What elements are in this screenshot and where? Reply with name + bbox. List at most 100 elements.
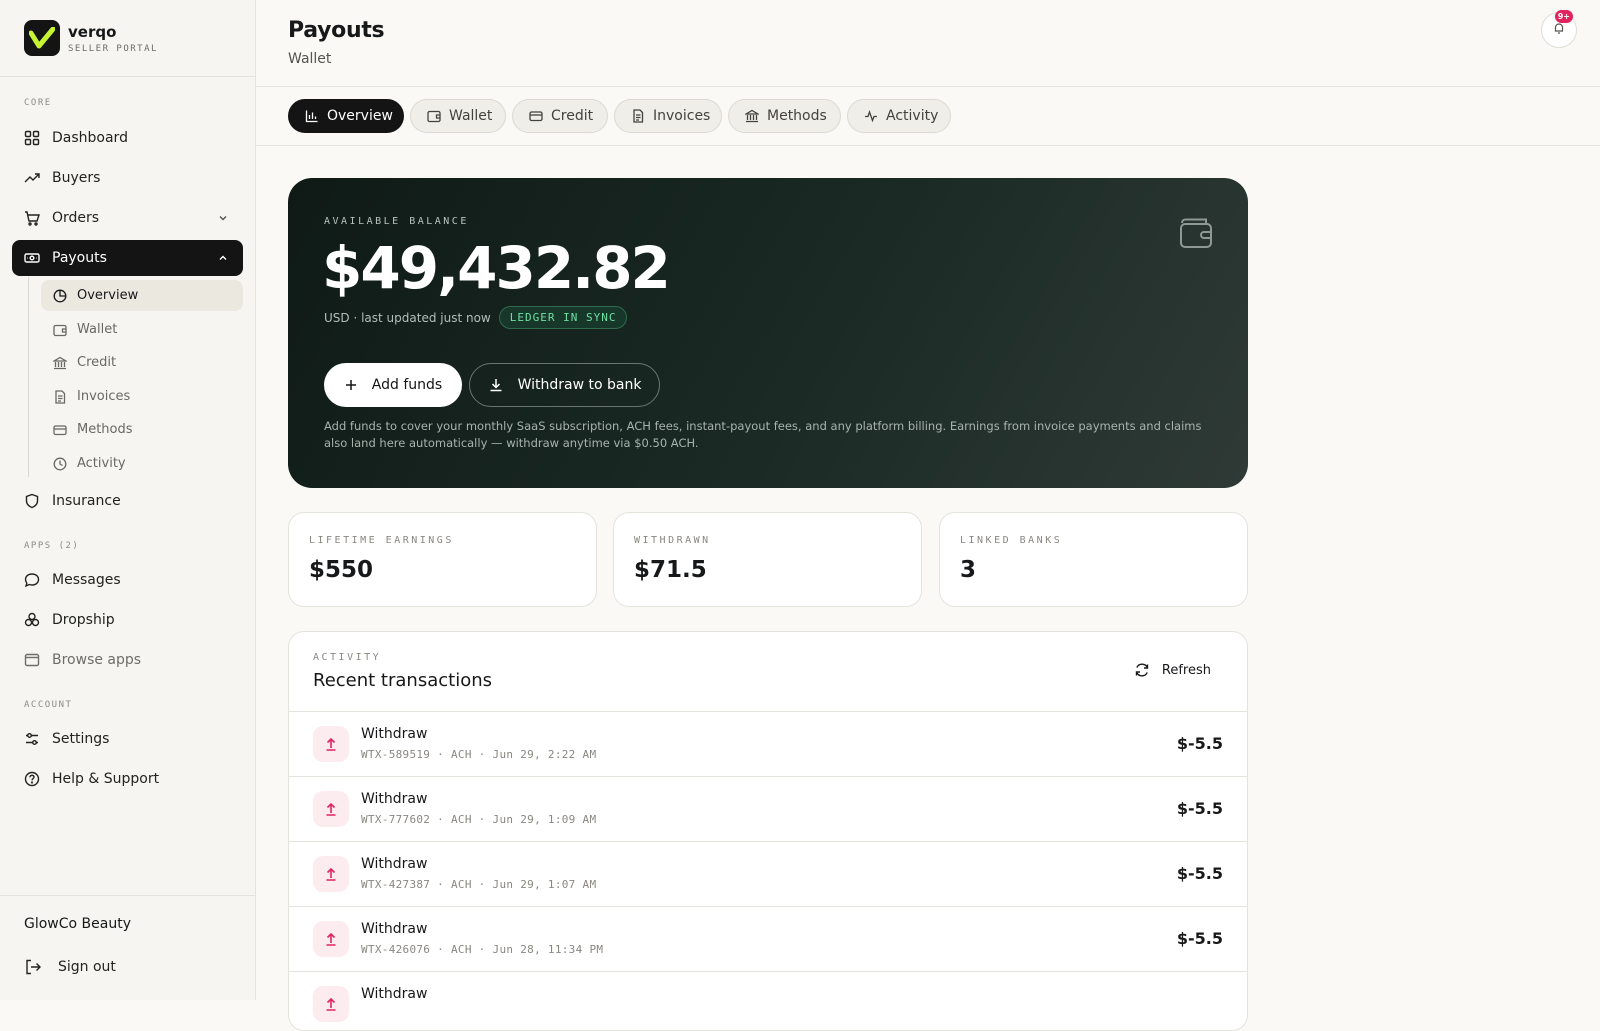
tab-invoices[interactable]: Invoices bbox=[614, 99, 722, 133]
sidebar-item-label: Orders bbox=[52, 210, 100, 226]
stat-value: $71.5 bbox=[634, 557, 707, 583]
tab-wallet[interactable]: Wallet bbox=[410, 99, 506, 133]
sign-out-label: Sign out bbox=[58, 959, 116, 975]
main-content: Payouts Wallet 9+ Overview Wallet Credit… bbox=[256, 0, 1600, 1031]
tab-overview[interactable]: Overview bbox=[288, 99, 404, 133]
notifications-button[interactable]: 9+ bbox=[1541, 10, 1577, 48]
payout-tabs: Overview Wallet Credit Invoices Methods … bbox=[256, 87, 1600, 146]
tab-activity[interactable]: Activity bbox=[847, 99, 951, 133]
sidebar-subitem-methods[interactable]: Methods bbox=[41, 414, 243, 445]
stat-label: LIFETIME EARNINGS bbox=[309, 535, 454, 546]
page-header: Payouts Wallet 9+ bbox=[256, 0, 1600, 87]
tab-methods[interactable]: Methods bbox=[728, 99, 841, 133]
transaction-type: Withdraw bbox=[361, 856, 428, 872]
sidebar-item-insurance[interactable]: Insurance bbox=[12, 483, 243, 519]
arrow-up-icon bbox=[313, 986, 349, 1022]
shop-name: GlowCo Beauty bbox=[24, 916, 131, 932]
sidebar-item-buyers[interactable]: Buyers bbox=[12, 160, 243, 196]
tab-label: Wallet bbox=[449, 108, 493, 124]
add-funds-button[interactable]: Add funds bbox=[324, 363, 462, 407]
sidebar-item-browse-apps[interactable]: Browse apps bbox=[12, 642, 243, 678]
sidebar-item-label: Dropship bbox=[52, 612, 115, 628]
sidebar-subitem-label: Overview bbox=[77, 288, 139, 303]
sidebar-subitem-overview[interactable]: Overview bbox=[41, 280, 243, 311]
arrow-up-icon bbox=[313, 791, 349, 827]
bank-icon bbox=[745, 109, 759, 123]
arrow-up-icon bbox=[313, 726, 349, 762]
add-funds-label: Add funds bbox=[371, 377, 443, 393]
message-icon bbox=[24, 572, 40, 588]
withdraw-to-bank-button[interactable]: Withdraw to bank bbox=[469, 363, 660, 407]
wallet-icon bbox=[427, 109, 441, 123]
document-icon bbox=[631, 109, 645, 123]
sidebar-item-label: Dashboard bbox=[52, 130, 128, 146]
chevron-down-icon[interactable] bbox=[217, 212, 229, 228]
bell-icon bbox=[1552, 21, 1566, 39]
transaction-meta: WTX-426076 · ACH · Jun 28, 11:34 PM bbox=[361, 943, 604, 956]
transaction-meta: WTX-777602 · ACH · Jun 29, 1:09 AM bbox=[361, 813, 597, 826]
balance-meta-row: USD · last updated just now LEDGER IN SY… bbox=[324, 306, 628, 329]
plus-icon bbox=[344, 378, 358, 392]
sidebar-item-label: Messages bbox=[52, 572, 121, 588]
refresh-button[interactable]: Refresh bbox=[1134, 662, 1211, 678]
transaction-meta: WTX-589519 · ACH · Jun 29, 2:22 AM bbox=[361, 748, 597, 761]
stat-card-lifetime-earnings: LIFETIME EARNINGS $550 bbox=[288, 512, 597, 607]
transaction-amount: $-5.5 bbox=[1176, 734, 1223, 753]
browser-icon bbox=[24, 652, 40, 668]
nav-section-account: ACCOUNT bbox=[24, 700, 73, 710]
transaction-row[interactable]: Withdraw WTX-427387 · ACH · Jun 29, 1:07… bbox=[289, 842, 1247, 907]
shield-icon bbox=[24, 493, 40, 509]
sidebar-subitem-label: Invoices bbox=[77, 389, 131, 404]
brand-subtitle: SELLER PORTAL bbox=[68, 43, 158, 54]
stat-label: WITHDRAWN bbox=[634, 535, 711, 546]
sidebar-item-dropship[interactable]: Dropship bbox=[12, 602, 243, 638]
sidebar-item-messages[interactable]: Messages bbox=[12, 562, 243, 598]
page-subtitle: Wallet bbox=[288, 51, 332, 67]
sliders-icon bbox=[24, 731, 40, 747]
bar-chart-icon bbox=[305, 109, 319, 123]
transaction-amount: $-5.5 bbox=[1176, 864, 1223, 883]
sign-out-button[interactable]: Sign out bbox=[24, 958, 116, 976]
trending-up-icon bbox=[24, 170, 40, 186]
sidebar-subitem-label: Credit bbox=[77, 355, 117, 370]
sidebar-item-dashboard[interactable]: Dashboard bbox=[12, 120, 243, 156]
sidebar-subitem-wallet[interactable]: Wallet bbox=[41, 314, 243, 345]
sidebar-item-orders[interactable]: Orders bbox=[12, 200, 243, 236]
activity-header: ACTIVITY Recent transactions Refresh bbox=[289, 632, 1247, 712]
sidebar-subitem-credit[interactable]: Credit bbox=[41, 347, 243, 378]
activity-label: ACTIVITY bbox=[313, 652, 382, 663]
sidebar-item-label: Settings bbox=[52, 731, 110, 747]
recent-transactions-card: ACTIVITY Recent transactions Refresh Wit… bbox=[288, 631, 1248, 1031]
sidebar-item-label: Help & Support bbox=[52, 771, 160, 787]
stat-card-withdrawn: WITHDRAWN $71.5 bbox=[613, 512, 922, 607]
sidebar-item-help[interactable]: Help & Support bbox=[12, 761, 243, 797]
sidebar-item-settings[interactable]: Settings bbox=[12, 721, 243, 757]
sidebar-subitem-label: Wallet bbox=[77, 322, 118, 337]
nav-section-core: CORE bbox=[24, 98, 52, 108]
sidebar-item-label: Payouts bbox=[52, 250, 107, 266]
arrow-up-icon bbox=[313, 856, 349, 892]
balance-card: AVAILABLE BALANCE $49,432.82 USD · last … bbox=[288, 178, 1248, 488]
withdraw-label: Withdraw to bank bbox=[517, 377, 642, 393]
sidebar-item-label: Insurance bbox=[52, 493, 121, 509]
sidebar-item-payouts[interactable]: Payouts bbox=[12, 240, 243, 276]
refresh-icon bbox=[1134, 662, 1150, 678]
card-icon bbox=[529, 109, 543, 123]
transaction-row[interactable]: Withdraw WTX-426076 · ACH · Jun 28, 11:3… bbox=[289, 907, 1247, 972]
sidebar-subitem-invoices[interactable]: Invoices bbox=[41, 381, 243, 412]
tab-credit[interactable]: Credit bbox=[512, 99, 608, 133]
chevron-up-icon[interactable] bbox=[217, 252, 229, 268]
help-icon bbox=[24, 771, 40, 787]
sidebar-item-label: Browse apps bbox=[52, 652, 142, 668]
sidebar-subitem-activity[interactable]: Activity bbox=[41, 448, 243, 479]
sidebar-footer: GlowCo Beauty Sign out bbox=[0, 895, 256, 1000]
ledger-sync-badge: LEDGER IN SYNC bbox=[498, 306, 628, 329]
transaction-row[interactable]: Withdraw WTX-589519 · ACH · Jun 29, 2:22… bbox=[289, 712, 1247, 777]
transaction-row[interactable]: Withdraw WTX-777602 · ACH · Jun 29, 1:09… bbox=[289, 777, 1247, 842]
transaction-meta: WTX-427387 · ACH · Jun 29, 1:07 AM bbox=[361, 878, 597, 891]
wallet-icon bbox=[53, 323, 67, 337]
transaction-row[interactable]: Withdraw bbox=[289, 972, 1247, 1030]
sidebar-subitem-label: Activity bbox=[77, 456, 126, 471]
tab-label: Methods bbox=[767, 108, 827, 124]
brand[interactable]: verqo SELLER PORTAL bbox=[0, 0, 255, 77]
